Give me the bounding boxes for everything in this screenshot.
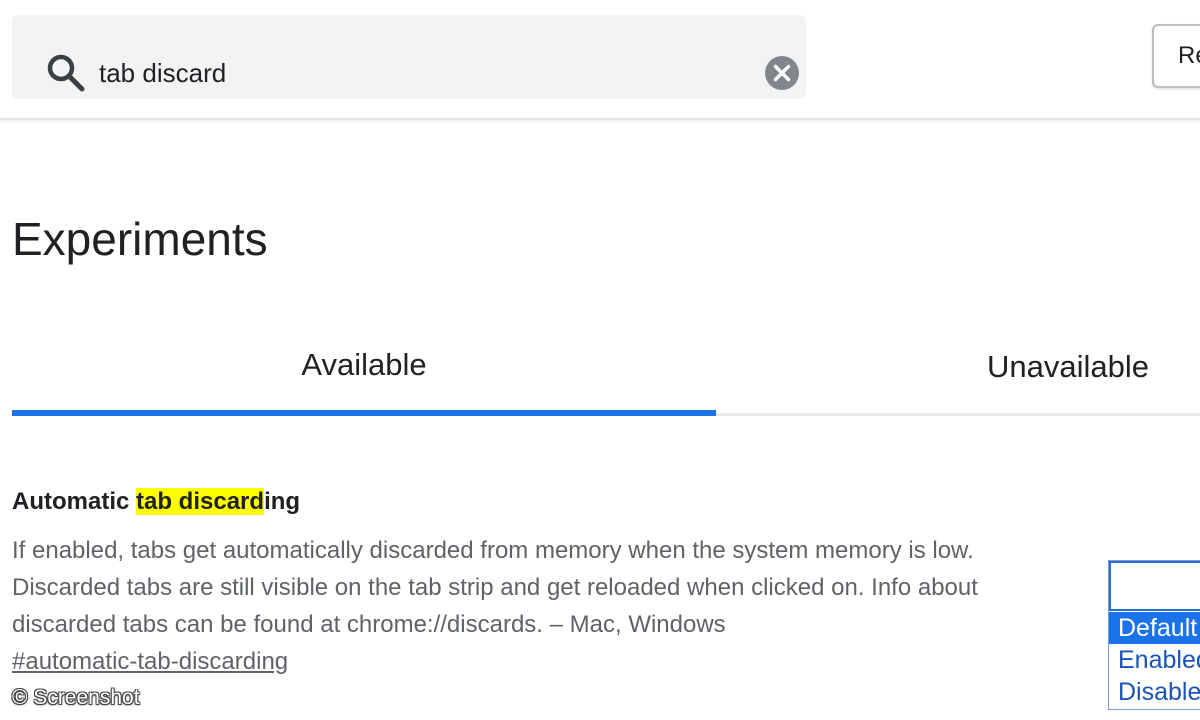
clear-icon[interactable]	[764, 55, 800, 91]
tab-available-label: Available	[301, 347, 427, 382]
experiment-permalink[interactable]: #automatic-tab-discarding	[12, 648, 288, 676]
search-match-highlight: tab discard	[136, 488, 265, 515]
search-icon	[47, 54, 85, 92]
tab-divider	[716, 413, 1200, 416]
tab-unavailable[interactable]: Unavailable	[716, 342, 1200, 414]
tab-available[interactable]: Available	[12, 340, 716, 412]
reset-all-button[interactable]: Re	[1152, 24, 1200, 88]
copyright-watermark: © Screenshot	[12, 686, 140, 709]
select-option-enabled[interactable]: Enabled	[1109, 644, 1200, 676]
search-box[interactable]	[12, 15, 806, 99]
active-tab-indicator	[12, 410, 716, 416]
experiment-title-suffix: ing	[264, 488, 301, 515]
experiment-title: Automatic tab discarding	[12, 488, 300, 516]
experiment-description: If enabled, tabs get automatically disca…	[12, 537, 978, 638]
tab-unavailable-label: Unavailable	[987, 349, 1149, 384]
select-option-default[interactable]: Default	[1109, 612, 1200, 644]
select-current-value[interactable]	[1109, 561, 1200, 611]
search-input[interactable]	[99, 53, 739, 93]
experiment-title-prefix: Automatic	[12, 488, 137, 515]
flags-page: Re Experiments Available Unavailable Aut…	[0, 0, 1200, 720]
page-title: Experiments	[12, 213, 268, 265]
experiment-state-select[interactable]: Default Enabled Disabled	[1108, 560, 1200, 710]
header-bar: Re	[0, 0, 1200, 120]
select-option-disabled[interactable]: Disabled	[1109, 676, 1200, 708]
